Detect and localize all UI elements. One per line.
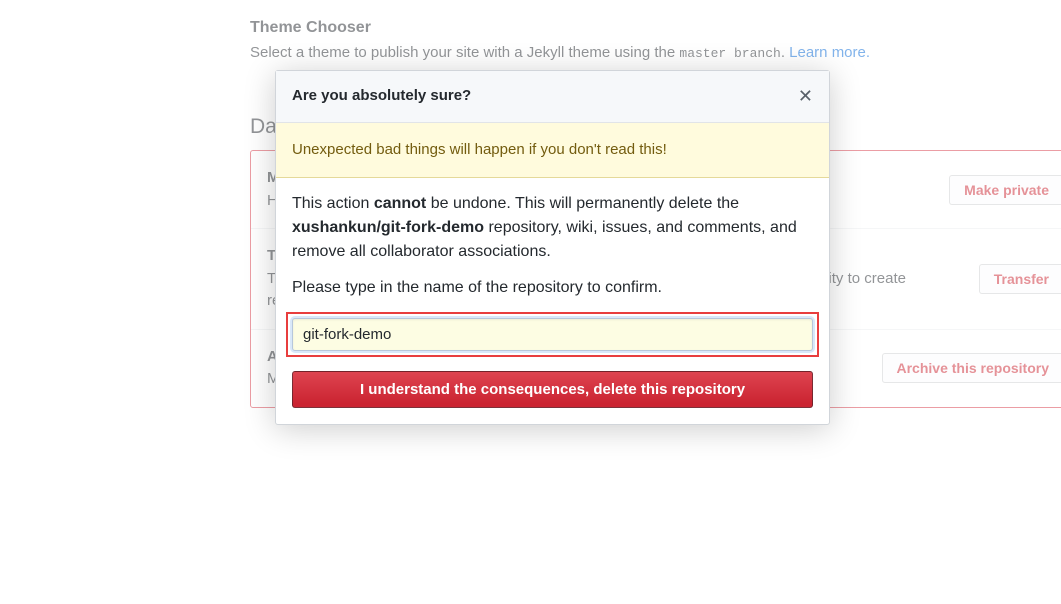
modal-body-text-2: Please type in the name of the repositor… xyxy=(292,276,813,300)
theme-chooser-desc: Select a theme to publish your site with… xyxy=(250,42,1061,65)
theme-chooser-title: Theme Chooser xyxy=(250,16,1061,40)
delete-repository-button[interactable]: I understand the consequences, delete th… xyxy=(292,371,813,408)
learn-more-link[interactable]: Learn more. xyxy=(789,44,870,61)
delete-repo-modal: Are you absolutely sure? ✕ Unexpected ba… xyxy=(275,70,830,425)
modal-body-text-1: This action cannot be undone. This will … xyxy=(292,192,813,264)
modal-warning-flash: Unexpected bad things will happen if you… xyxy=(276,123,829,179)
close-icon[interactable]: ✕ xyxy=(798,87,813,105)
confirm-repo-name-input[interactable] xyxy=(292,318,813,351)
archive-button[interactable]: Archive this repository xyxy=(882,353,1061,383)
make-private-button[interactable]: Make private xyxy=(949,175,1061,205)
transfer-button[interactable]: Transfer xyxy=(979,264,1061,294)
modal-title: Are you absolutely sure? xyxy=(292,85,471,108)
confirm-input-highlight xyxy=(286,312,819,357)
